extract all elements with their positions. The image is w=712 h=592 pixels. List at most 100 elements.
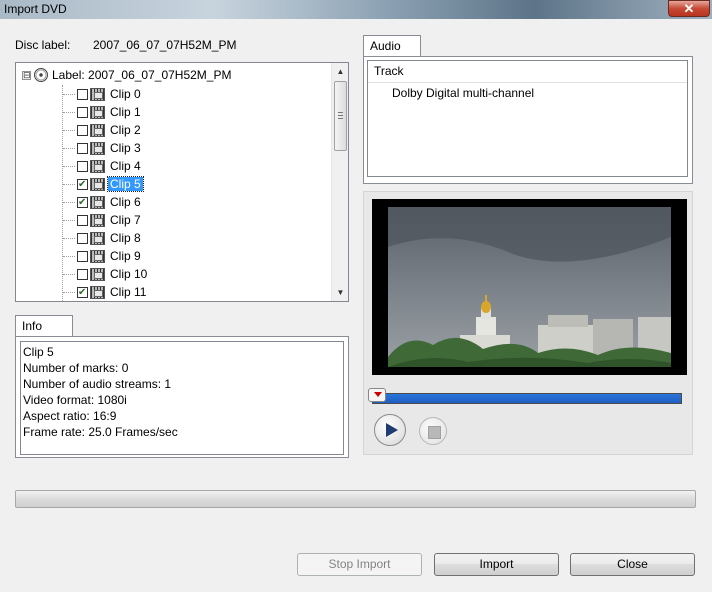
audio-panel: Track Dolby Digital multi-channel xyxy=(363,56,693,184)
film-clip-icon xyxy=(90,213,105,227)
playback-progress-bar[interactable] xyxy=(372,393,682,404)
film-clip-icon xyxy=(90,123,105,137)
close-button[interactable]: Close xyxy=(570,553,695,576)
scroll-down-icon[interactable]: ▼ xyxy=(332,284,348,301)
seek-handle[interactable] xyxy=(368,388,386,402)
column-header-track[interactable]: Track xyxy=(368,61,687,83)
clip-item[interactable]: Clip 2 xyxy=(63,121,143,139)
clip-checkbox[interactable] xyxy=(77,268,88,280)
clip-item[interactable]: Clip 0 xyxy=(63,85,143,103)
video-frame-image xyxy=(388,207,671,367)
clip-checkbox[interactable] xyxy=(77,178,88,190)
info-panel: Clip 5 Number of marks: 0 Number of audio … xyxy=(15,336,349,458)
clip-checkbox[interactable] xyxy=(77,286,88,298)
clip-item[interactable]: Clip 4 xyxy=(63,157,143,175)
tree-connector xyxy=(63,147,75,149)
import-button[interactable]: Import xyxy=(434,553,559,576)
tree-connector xyxy=(63,291,75,293)
tree-connector xyxy=(63,111,75,113)
clip-item[interactable]: Clip 5 xyxy=(63,175,144,193)
tree-connector xyxy=(63,255,75,257)
tree-connector xyxy=(63,273,75,275)
grip-icon xyxy=(338,112,343,119)
play-button[interactable] xyxy=(374,414,406,446)
film-clip-icon xyxy=(90,285,105,299)
collapse-icon[interactable]: ⊟ xyxy=(22,70,31,80)
clip-item[interactable]: Clip 7 xyxy=(63,211,143,229)
stop-button[interactable] xyxy=(419,417,447,445)
clip-checkbox[interactable] xyxy=(77,88,88,100)
clip-checkbox[interactable] xyxy=(77,196,88,208)
clip-label[interactable]: Clip 4 xyxy=(108,159,143,173)
info-text: Clip 5 Number of marks: 0 Number of audio … xyxy=(20,341,344,455)
clip-checkbox[interactable] xyxy=(77,160,88,172)
scroll-up-icon[interactable]: ▲ xyxy=(332,63,348,80)
tree-connector xyxy=(63,219,75,221)
tree-connector xyxy=(63,165,75,167)
import-progress-bar xyxy=(15,490,696,508)
video-preview xyxy=(372,199,687,375)
clip-checkbox[interactable] xyxy=(77,250,88,262)
clip-item[interactable]: Clip 11 xyxy=(63,283,148,301)
disc-label-value: 2007_06_07_07H52M_PM xyxy=(93,38,237,52)
tree-connector xyxy=(63,129,75,131)
clip-label[interactable]: Clip 10 xyxy=(108,267,149,281)
film-clip-icon xyxy=(90,141,105,155)
clip-label[interactable]: Clip 5 xyxy=(107,176,144,192)
clip-checkbox[interactable] xyxy=(77,124,88,136)
clip-item[interactable]: Clip 6 xyxy=(63,193,143,211)
clip-label[interactable]: Clip 2 xyxy=(108,123,143,137)
info-line: Video format: 1080i xyxy=(23,393,127,407)
clip-label[interactable]: Clip 9 xyxy=(108,249,143,263)
scroll-thumb[interactable] xyxy=(334,81,347,151)
tab-audio[interactable]: Audio xyxy=(363,35,421,57)
clip-label[interactable]: Clip 8 xyxy=(108,231,143,245)
info-line: Number of audio streams: 1 xyxy=(23,377,172,391)
tree-root-node[interactable]: ⊟ Label: 2007_06_07_07H52M_PM xyxy=(22,67,231,83)
stop-import-button[interactable]: Stop Import xyxy=(297,553,422,576)
clip-checkbox[interactable] xyxy=(77,106,88,118)
window-close-button[interactable]: ✕ xyxy=(668,0,710,17)
preview-panel xyxy=(363,191,693,455)
clip-checkbox[interactable] xyxy=(77,232,88,244)
import-dvd-window: Import DVD ✕ Disc label: 2007_06_07_07H5… xyxy=(0,0,712,592)
film-clip-icon xyxy=(90,159,105,173)
info-line: Number of marks: 0 xyxy=(23,361,129,375)
clip-item[interactable]: Clip 9 xyxy=(63,247,143,265)
clip-label[interactable]: Clip 6 xyxy=(108,195,143,209)
tree-connector xyxy=(63,201,75,203)
clip-label[interactable]: Clip 3 xyxy=(108,141,143,155)
tree-root-label: Label: 2007_06_07_07H52M_PM xyxy=(52,68,232,82)
tree-connector xyxy=(63,237,75,239)
tree-scrollbar[interactable]: ▲ ▼ xyxy=(331,63,348,301)
clip-checkbox[interactable] xyxy=(77,142,88,154)
film-clip-icon xyxy=(90,87,105,101)
info-line: Frame rate: 25.0 Frames/sec xyxy=(23,425,178,439)
title-bar[interactable]: Import DVD ✕ xyxy=(0,0,712,19)
film-clip-icon xyxy=(90,177,105,191)
clip-label[interactable]: Clip 1 xyxy=(108,105,143,119)
clip-label[interactable]: Clip 7 xyxy=(108,213,143,227)
clip-item[interactable]: Clip 8 xyxy=(63,229,143,247)
disc-icon xyxy=(34,68,48,82)
clip-label[interactable]: Clip 0 xyxy=(108,87,143,101)
audio-track-list[interactable]: Track Dolby Digital multi-channel xyxy=(367,60,688,177)
tree-connector xyxy=(63,93,75,95)
clip-item[interactable]: Clip 3 xyxy=(63,139,143,157)
film-clip-icon xyxy=(90,195,105,209)
info-line: Aspect ratio: 16:9 xyxy=(23,409,117,423)
film-clip-icon xyxy=(90,249,105,263)
tree-connector xyxy=(63,183,75,185)
disc-label-caption: Disc label: xyxy=(15,38,71,52)
audio-track-item[interactable]: Dolby Digital multi-channel xyxy=(368,83,687,100)
window-title: Import DVD xyxy=(4,2,67,16)
tab-info[interactable]: Info xyxy=(15,315,73,337)
film-clip-icon xyxy=(90,105,105,119)
info-line: Clip 5 xyxy=(23,345,54,359)
film-clip-icon xyxy=(90,267,105,281)
clip-checkbox[interactable] xyxy=(77,214,88,226)
clip-item[interactable]: Clip 1 xyxy=(63,103,143,121)
clip-label[interactable]: Clip 11 xyxy=(108,285,148,299)
clip-item[interactable]: Clip 10 xyxy=(63,265,149,283)
clip-tree[interactable]: ⊟ Label: 2007_06_07_07H52M_PM Clip 0 Clip… xyxy=(15,62,349,302)
